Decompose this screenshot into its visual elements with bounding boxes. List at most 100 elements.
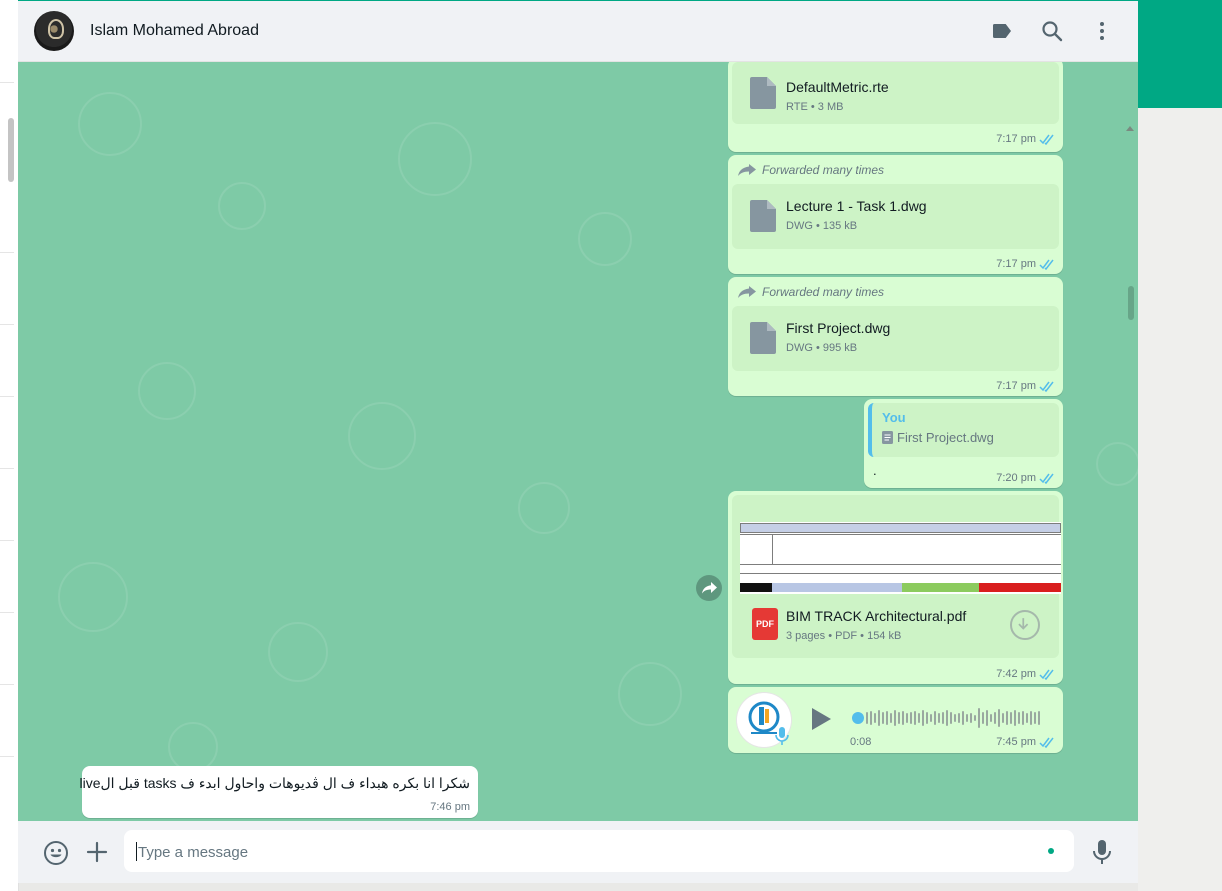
- document-meta: DWG • 135 kB: [786, 220, 858, 232]
- read-ticks-icon: [1039, 669, 1054, 680]
- contact-name[interactable]: Islam Mohamed Abroad: [90, 22, 259, 40]
- attach-plus-icon[interactable]: [85, 840, 109, 864]
- wallpaper-doodle: [578, 212, 632, 266]
- forward-button[interactable]: [696, 575, 722, 601]
- document-icon: [750, 200, 776, 232]
- divider: [0, 396, 14, 397]
- message-time-row: 7:42 pm: [996, 668, 1055, 680]
- wallpaper-doodle: [398, 122, 472, 196]
- thumbnail-band: [740, 523, 1061, 533]
- read-ticks-icon: [1039, 737, 1054, 748]
- document-name: BIM TRACK Architectural.pdf: [786, 608, 967, 624]
- voice-waveform[interactable]: [852, 707, 1064, 729]
- pdf-file-icon: PDF: [752, 608, 778, 640]
- thumbnail-cell: [902, 583, 979, 592]
- message-time-row: 7:46 pm: [430, 801, 470, 813]
- read-ticks-icon: [1039, 134, 1054, 145]
- wallpaper-doodle: [58, 562, 128, 632]
- wallpaper-doodle: [168, 722, 218, 772]
- message-bubble[interactable]: You First Project.dwg . 7:20 pm: [864, 399, 1063, 488]
- message-input[interactable]: [136, 840, 1020, 864]
- message-bubble[interactable]: DefaultMetric.rte RTE • 3 MB 7:17 pm: [728, 62, 1063, 152]
- message-input-box[interactable]: [124, 830, 1074, 872]
- thumbnail-cell: [772, 583, 902, 592]
- message-time: 7:42 pm: [996, 668, 1036, 680]
- message-time: 7:45 pm: [996, 736, 1036, 748]
- play-icon[interactable]: [810, 707, 832, 731]
- app-background-band: [1138, 0, 1222, 108]
- quote-author: You: [882, 410, 906, 425]
- emoji-icon[interactable]: [43, 840, 69, 866]
- search-icon[interactable]: [1040, 19, 1064, 43]
- chat-list-panel-edge: [0, 0, 19, 891]
- forwarded-label: Forwarded many times: [738, 285, 884, 299]
- message-time: 7:20 pm: [996, 472, 1036, 484]
- download-icon[interactable]: [1010, 610, 1040, 640]
- document-name: DefaultMetric.rte: [786, 79, 889, 95]
- forwarded-text: Forwarded many times: [762, 163, 885, 177]
- message-time: 7:46 pm: [430, 801, 470, 813]
- scroll-up-arrow[interactable]: [1126, 126, 1134, 131]
- document-name: Lecture 1 - Task 1.dwg: [786, 198, 927, 214]
- document-card[interactable]: Lecture 1 - Task 1.dwg DWG • 135 kB: [732, 184, 1059, 249]
- message-time-row: 7:45 pm: [996, 736, 1055, 748]
- quote-text: First Project.dwg: [897, 430, 994, 445]
- microphone-icon[interactable]: [1090, 839, 1114, 865]
- conversation-header: Islam Mohamed Abroad: [18, 1, 1138, 62]
- forwarded-icon: [738, 286, 756, 298]
- contact-avatar[interactable]: [34, 11, 74, 51]
- composer-bar: [18, 821, 1138, 883]
- status-dot: [1048, 848, 1054, 854]
- forward-icon: [702, 582, 717, 594]
- forwarded-text: Forwarded many times: [762, 285, 885, 299]
- message-list[interactable]: DefaultMetric.rte RTE • 3 MB 7:17 pm For…: [18, 62, 1138, 821]
- chat-list-scrollbar[interactable]: [8, 118, 14, 182]
- message-time-row: 7:17 pm: [996, 258, 1055, 270]
- message-time: 7:17 pm: [996, 380, 1036, 392]
- document-card[interactable]: First Project.dwg DWG • 995 kB: [732, 306, 1059, 371]
- divider: [0, 324, 14, 325]
- read-ticks-icon: [1039, 381, 1054, 392]
- pdf-thumbnail[interactable]: [740, 522, 1061, 594]
- voice-duration: 0:08: [850, 736, 872, 748]
- incoming-message-bubble[interactable]: شكرا انا بكره هبداء ف ال ڤديوهات واحاول …: [79, 766, 478, 818]
- sender-avatar: [737, 693, 791, 747]
- divider: [0, 252, 14, 253]
- wallpaper-doodle: [138, 362, 196, 420]
- thumbnail-cell: [740, 583, 772, 592]
- document-meta: DWG • 995 kB: [786, 342, 858, 354]
- message-time-row: 7:17 pm: [996, 380, 1055, 392]
- wallpaper-doodle: [78, 92, 142, 156]
- message-bubble[interactable]: Forwarded many times Lecture 1 - Task 1.…: [728, 155, 1063, 274]
- pdf-card[interactable]: PDF BIM TRACK Architectural.pdf 3 pages …: [732, 495, 1061, 658]
- voice-message-bubble[interactable]: 0:08 7:45 pm: [728, 687, 1063, 753]
- quoted-message[interactable]: You First Project.dwg: [868, 403, 1059, 457]
- message-time-row: 7:20 pm: [996, 472, 1055, 484]
- divider: [0, 684, 14, 685]
- thumbnail-line: [740, 564, 1061, 565]
- thumbnail-line: [740, 534, 1061, 535]
- divider: [0, 82, 14, 83]
- thumbnail-color-row: [740, 583, 1061, 592]
- document-small-icon: [882, 431, 893, 444]
- thumbnail-cell: [979, 583, 1061, 592]
- thumbnail-line: [740, 573, 1061, 574]
- document-card[interactable]: DefaultMetric.rte RTE • 3 MB: [732, 62, 1059, 124]
- message-text: .: [873, 463, 877, 478]
- message-scrollbar[interactable]: [1128, 286, 1134, 320]
- wallpaper-doodle: [268, 622, 328, 682]
- message-time-row: 7:17 pm: [996, 133, 1055, 145]
- forwarded-label: Forwarded many times: [738, 163, 884, 177]
- message-time: 7:17 pm: [996, 133, 1036, 145]
- message-bubble[interactable]: PDF BIM TRACK Architectural.pdf 3 pages …: [728, 491, 1063, 684]
- label-icon[interactable]: [990, 19, 1014, 43]
- document-icon: [750, 77, 776, 109]
- document-name: First Project.dwg: [786, 320, 891, 336]
- app-background: [1138, 108, 1222, 891]
- read-ticks-icon: [1039, 473, 1054, 484]
- thumbnail-line: [772, 534, 773, 564]
- quote-preview: First Project.dwg: [882, 430, 994, 445]
- menu-icon[interactable]: [1090, 19, 1114, 43]
- message-text: شكرا انا بكره هبداء ف ال ڤديوهات واحاول …: [79, 775, 470, 791]
- message-bubble[interactable]: Forwarded many times First Project.dwg D…: [728, 277, 1063, 396]
